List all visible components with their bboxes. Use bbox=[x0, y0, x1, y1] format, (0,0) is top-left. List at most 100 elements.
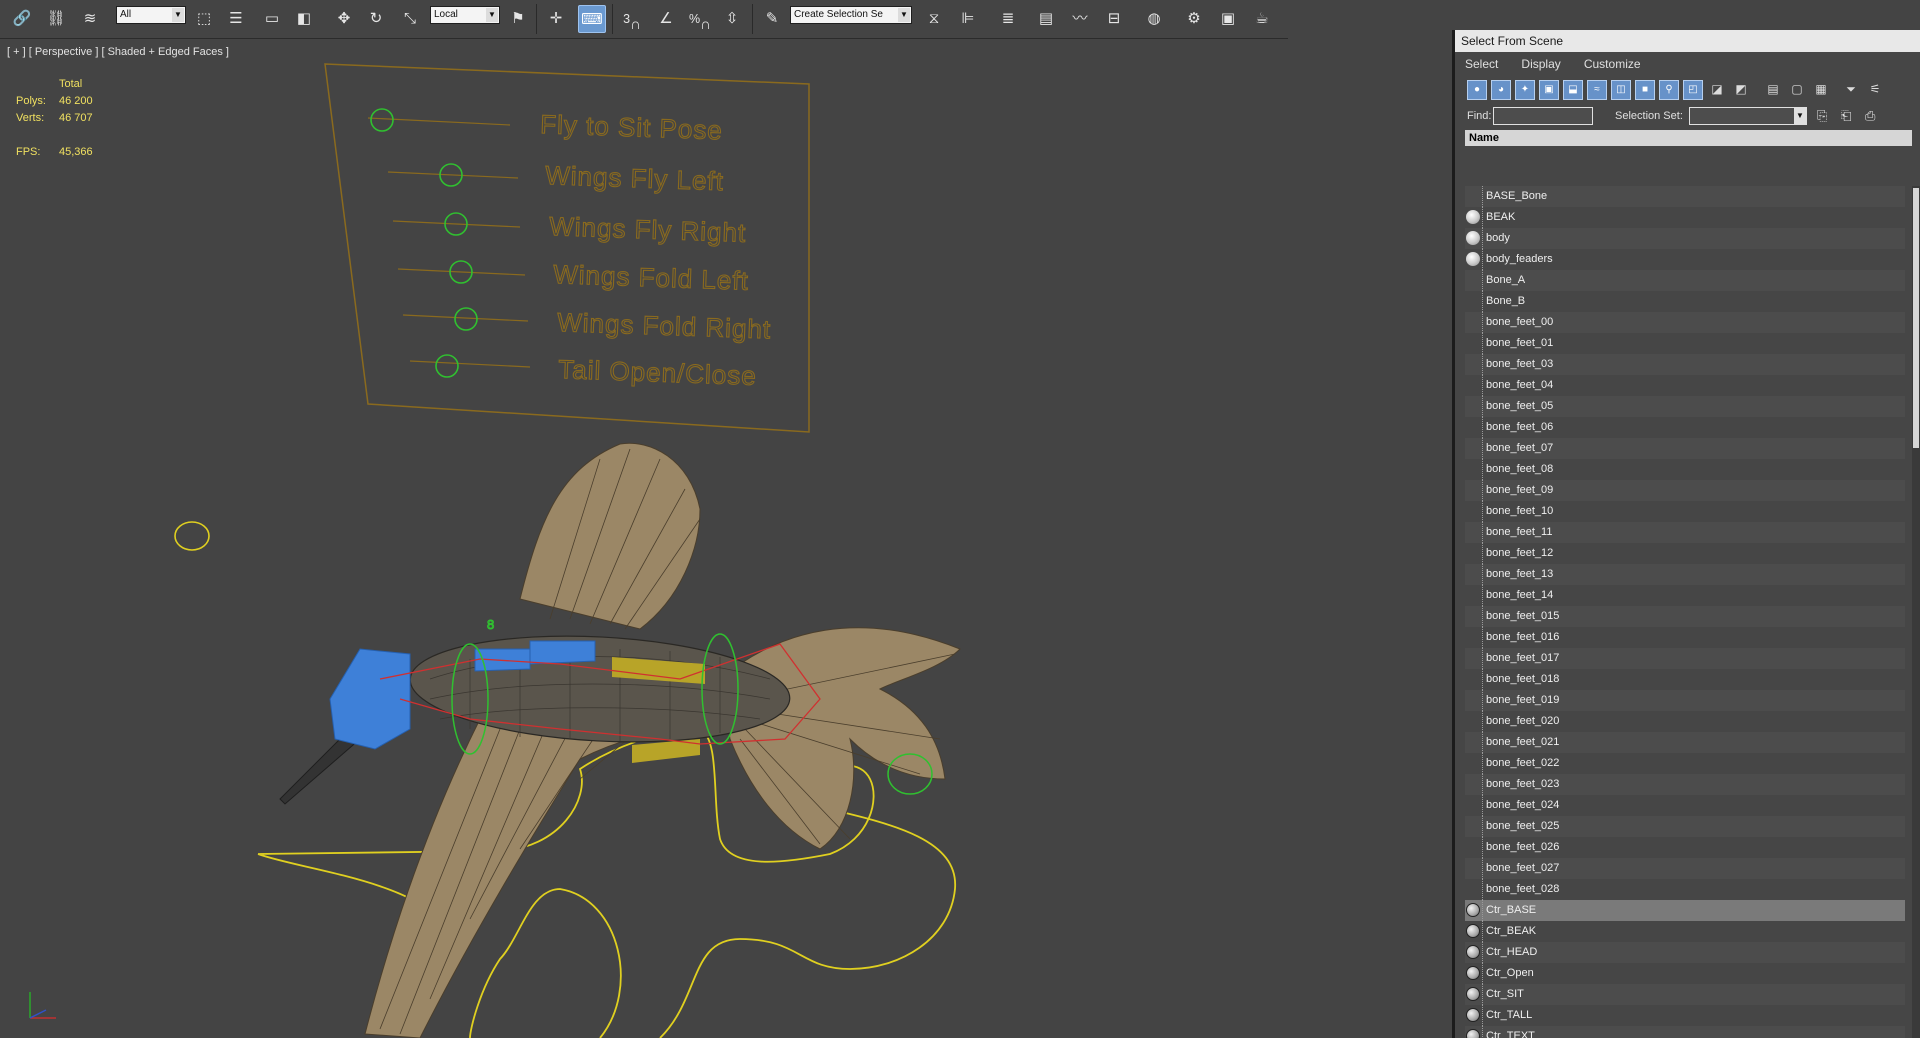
display-frozen-icon[interactable]: ◪ bbox=[1707, 80, 1727, 100]
display-geometry-icon[interactable]: ● bbox=[1467, 80, 1487, 100]
list-item[interactable]: bone_feet_018 bbox=[1465, 669, 1905, 690]
slider-knob-fly-to-sit[interactable] bbox=[370, 108, 394, 132]
spinner-snap-icon[interactable]: ⇳ bbox=[718, 5, 746, 33]
hummingbird-model[interactable]: 8 bbox=[279, 442, 961, 1038]
selection-set-dropdown[interactable]: ▼ bbox=[1689, 107, 1807, 125]
list-item[interactable]: bone_feet_01 bbox=[1465, 333, 1905, 354]
list-item[interactable]: bone_feet_07 bbox=[1465, 438, 1905, 459]
list-item[interactable]: bone_feet_11 bbox=[1465, 522, 1905, 543]
display-hidden-icon[interactable]: ◩ bbox=[1731, 80, 1751, 100]
edit-named-selections-icon[interactable]: ✎ bbox=[758, 5, 786, 33]
list-item[interactable]: Bone_B bbox=[1465, 291, 1905, 312]
list-scrollbar[interactable] bbox=[1912, 186, 1920, 1038]
reference-coordinate-dropdown[interactable]: Local ▼ bbox=[430, 6, 500, 24]
scale-icon[interactable]: ⤡ bbox=[396, 5, 424, 33]
menu-display[interactable]: Display bbox=[1511, 52, 1570, 76]
list-item[interactable]: bone_feet_025 bbox=[1465, 816, 1905, 837]
list-item[interactable]: Ctr_Open bbox=[1465, 963, 1905, 984]
menu-customize[interactable]: Customize bbox=[1574, 52, 1651, 76]
scrollbar-thumb[interactable] bbox=[1913, 188, 1919, 448]
schematic-view-icon[interactable]: ⊟ bbox=[1100, 5, 1128, 33]
list-item[interactable]: bone_feet_06 bbox=[1465, 417, 1905, 438]
scene-canvas[interactable]: Fly to Sit Pose Wings Fly Left Wings Fly… bbox=[0, 39, 1452, 1038]
list-item[interactable]: bone_feet_021 bbox=[1465, 732, 1905, 753]
list-item[interactable]: bone_feet_09 bbox=[1465, 480, 1905, 501]
list-item[interactable]: Ctr_BASE bbox=[1465, 900, 1905, 921]
list-item[interactable]: Ctr_HEAD bbox=[1465, 942, 1905, 963]
find-input[interactable] bbox=[1493, 107, 1593, 125]
list-item[interactable]: bone_feet_016 bbox=[1465, 627, 1905, 648]
display-spacewarps-icon[interactable]: ≈ bbox=[1587, 80, 1607, 100]
column-header-name[interactable]: Name bbox=[1465, 130, 1912, 146]
rectangular-selection-icon[interactable]: ▭ bbox=[258, 5, 286, 33]
list-item[interactable]: bone_feet_03 bbox=[1465, 354, 1905, 375]
list-item[interactable]: bone_feet_024 bbox=[1465, 795, 1905, 816]
control-box-head[interactable] bbox=[329, 648, 411, 750]
select-by-name-icon[interactable]: ☰ bbox=[222, 5, 250, 33]
filter-options-icon[interactable]: ⚟ bbox=[1865, 80, 1885, 100]
graphite-ribbon-icon[interactable]: ▤ bbox=[1032, 5, 1060, 33]
list-item[interactable]: bone_feet_14 bbox=[1465, 585, 1905, 606]
list-item[interactable]: BASE_Bone bbox=[1465, 186, 1905, 207]
display-bones-icon[interactable]: ⚲ bbox=[1659, 80, 1679, 100]
list-item[interactable]: Ctr_TEXT bbox=[1465, 1026, 1905, 1038]
unlink-icon[interactable]: ⛓ bbox=[42, 5, 70, 33]
list-item[interactable]: Ctr_TALL bbox=[1465, 1005, 1905, 1026]
angle-snap-icon[interactable]: ∠ bbox=[652, 5, 680, 33]
list-item[interactable]: BEAK bbox=[1465, 207, 1905, 228]
select-object-icon[interactable]: ⬚ bbox=[190, 5, 218, 33]
display-invert-icon[interactable]: ▦ bbox=[1811, 80, 1831, 100]
display-cameras-icon[interactable]: ▣ bbox=[1539, 80, 1559, 100]
bind-space-warp-icon[interactable]: ≋ bbox=[76, 5, 104, 33]
window-crossing-icon[interactable]: ◧ bbox=[290, 5, 318, 33]
display-groups-icon[interactable]: ◫ bbox=[1611, 80, 1631, 100]
list-item[interactable]: Ctr_SIT bbox=[1465, 984, 1905, 1005]
list-item[interactable]: bone_feet_019 bbox=[1465, 690, 1905, 711]
helper-ellipse[interactable] bbox=[174, 521, 210, 551]
filter-icon[interactable]: ⏷ bbox=[1841, 80, 1861, 100]
display-xrefs-icon[interactable]: ■ bbox=[1635, 80, 1655, 100]
display-all-icon[interactable]: ▤ bbox=[1763, 80, 1783, 100]
list-item[interactable]: Ctr_BEAK bbox=[1465, 921, 1905, 942]
render-icon[interactable]: ☕ bbox=[1248, 5, 1276, 33]
display-lights-icon[interactable]: ✦ bbox=[1515, 80, 1535, 100]
list-item[interactable]: bone_feet_017 bbox=[1465, 648, 1905, 669]
list-item[interactable]: bone_feet_015 bbox=[1465, 606, 1905, 627]
display-helpers-icon[interactable]: ⬓ bbox=[1563, 80, 1583, 100]
display-shapes-icon[interactable]: ◕ bbox=[1491, 80, 1511, 100]
list-item[interactable]: bone_feet_027 bbox=[1465, 858, 1905, 879]
select-none-icon[interactable]: ⎗ bbox=[1841, 108, 1851, 124]
select-invert-icon[interactable]: ⎙ bbox=[1865, 108, 1875, 124]
list-item[interactable]: bone_feet_13 bbox=[1465, 564, 1905, 585]
pivot-icon[interactable]: ⚑ bbox=[504, 5, 532, 33]
rendered-frame-icon[interactable]: ▣ bbox=[1214, 5, 1242, 33]
list-item[interactable]: bone_feet_026 bbox=[1465, 837, 1905, 858]
selection-lock-icon[interactable]: ✛ bbox=[542, 5, 570, 33]
list-item[interactable]: bone_feet_10 bbox=[1465, 501, 1905, 522]
list-item[interactable]: body bbox=[1465, 228, 1905, 249]
align-icon[interactable]: ⊫ bbox=[954, 5, 982, 33]
selection-filter-dropdown[interactable]: All ▼ bbox=[116, 6, 186, 24]
select-all-icon[interactable]: ⎘ bbox=[1817, 108, 1827, 124]
list-item[interactable]: body_feaders bbox=[1465, 249, 1905, 270]
list-item[interactable]: bone_feet_12 bbox=[1465, 543, 1905, 564]
list-item[interactable]: bone_feet_020 bbox=[1465, 711, 1905, 732]
material-editor-icon[interactable]: ◍ bbox=[1140, 5, 1168, 33]
render-setup-icon[interactable]: ⚙ bbox=[1180, 5, 1208, 33]
list-item[interactable]: bone_feet_028 bbox=[1465, 879, 1905, 900]
perspective-viewport[interactable]: [ + ] [ Perspective ] [ Shaded + Edged F… bbox=[0, 39, 1452, 1038]
display-none-icon[interactable]: ▢ bbox=[1787, 80, 1807, 100]
dialog-title[interactable]: Select From Scene bbox=[1455, 30, 1920, 52]
display-containers-icon[interactable]: ◰ bbox=[1683, 80, 1703, 100]
list-item[interactable]: bone_feet_05 bbox=[1465, 396, 1905, 417]
control-box-back[interactable] bbox=[529, 640, 596, 665]
slider-knob-tail-open-close[interactable] bbox=[435, 354, 459, 378]
menu-select[interactable]: Select bbox=[1455, 52, 1508, 76]
mirror-icon[interactable]: ⧖ bbox=[920, 5, 948, 33]
rotate-icon[interactable]: ↻ bbox=[362, 5, 390, 33]
list-item[interactable]: Bone_A bbox=[1465, 270, 1905, 291]
snap-toggle-icon[interactable]: 3∩ bbox=[618, 5, 646, 33]
keyboard-shortcut-icon[interactable]: ⌨ bbox=[578, 5, 606, 33]
list-item[interactable]: bone_feet_08 bbox=[1465, 459, 1905, 480]
list-item[interactable]: bone_feet_023 bbox=[1465, 774, 1905, 795]
